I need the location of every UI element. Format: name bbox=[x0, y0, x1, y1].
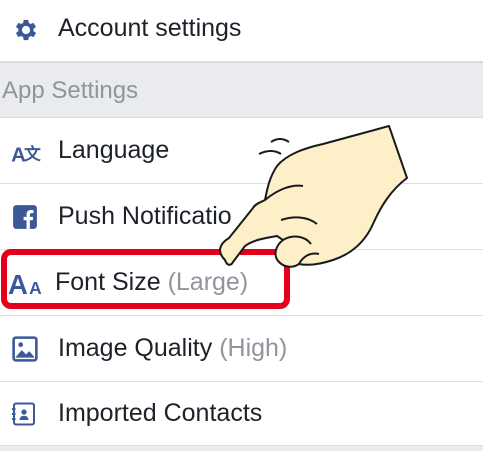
image-icon bbox=[12, 336, 38, 362]
imported-contacts-label: Imported Contacts bbox=[58, 399, 263, 427]
language-label: Language bbox=[58, 136, 170, 164]
image-quality-title: Image Quality bbox=[58, 334, 213, 362]
account-settings-label: Account settings bbox=[58, 14, 242, 42]
svg-text:文: 文 bbox=[24, 144, 41, 164]
app-settings-header-label: App Settings bbox=[2, 77, 139, 104]
translate-icon: A 文 bbox=[11, 144, 41, 167]
imported-contacts-item[interactable]: Imported Contacts bbox=[0, 382, 483, 446]
pointing-hand-icon bbox=[219, 125, 408, 268]
account-settings-item[interactable]: Account settings bbox=[0, 0, 483, 62]
gear-icon bbox=[15, 19, 37, 41]
settings-menu: Account settings App Settings A 文 Langua… bbox=[0, 0, 483, 451]
app-settings-header: App Settings bbox=[0, 62, 483, 118]
contacts-icon bbox=[12, 402, 35, 426]
image-quality-value: (High) bbox=[219, 334, 288, 362]
facebook-icon bbox=[13, 205, 37, 229]
image-quality-label: Image Quality (High) bbox=[58, 334, 287, 363]
bottom-divider bbox=[0, 446, 483, 451]
image-quality-item[interactable]: Image Quality (High) bbox=[0, 316, 483, 382]
